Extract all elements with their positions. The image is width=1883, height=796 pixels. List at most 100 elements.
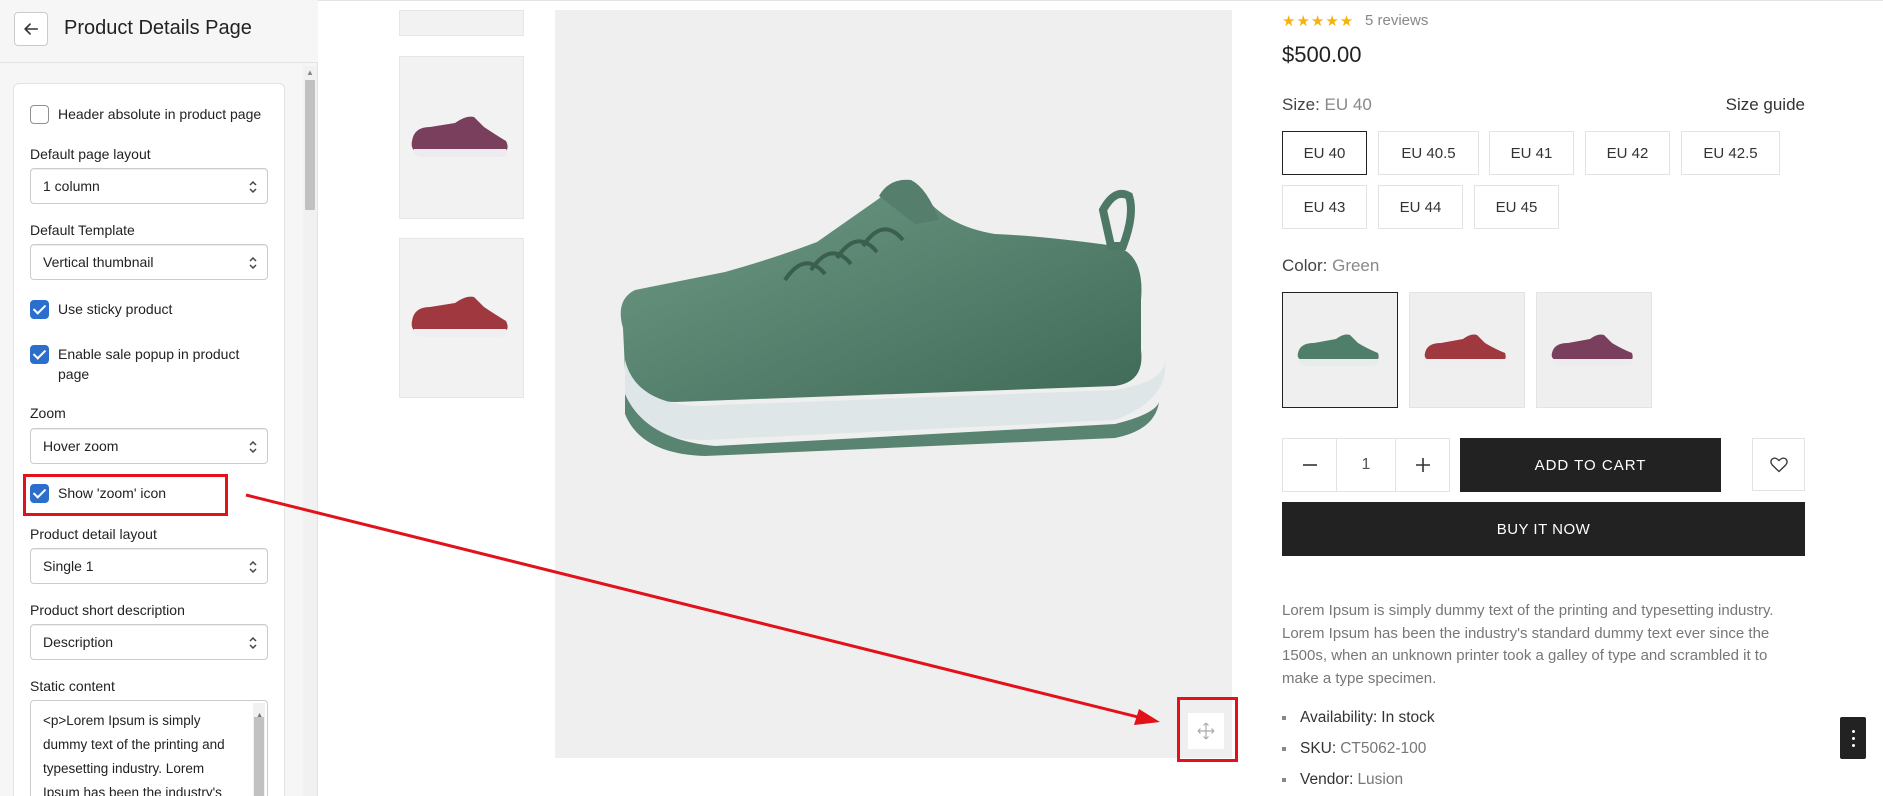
shoe-purple-image (411, 116, 508, 157)
sale-popup-checkbox-row[interactable]: Enable sale popup in product page (30, 344, 250, 384)
buy-now-button[interactable]: BUY IT NOW (1282, 502, 1805, 556)
static-content-line: Ipsum has been the industry's (43, 785, 222, 796)
size-option[interactable]: EU 42 (1585, 131, 1670, 175)
default-template-value: Vertical thumbnail (43, 254, 154, 270)
sku-value: CT5062-100 (1340, 740, 1427, 757)
scroll-up-icon[interactable]: ▲ (303, 66, 317, 78)
color-selected-value: Green (1332, 256, 1380, 275)
highlight-box-zoom-setting (23, 474, 228, 516)
select-arrows-icon (249, 636, 257, 650)
main-product-image[interactable] (555, 10, 1232, 758)
quantity-stepper: 1 (1282, 438, 1450, 492)
product-thumbnail[interactable] (399, 10, 524, 36)
heart-icon (1769, 456, 1788, 472)
sku-label: SKU: (1300, 740, 1337, 757)
shoe-red-image (411, 296, 508, 337)
size-option[interactable]: EU 43 (1282, 185, 1367, 229)
select-arrows-icon (249, 560, 257, 574)
color-label: Color: (1282, 256, 1328, 275)
increase-quantity-button[interactable] (1396, 439, 1449, 491)
bullet-icon (1282, 778, 1286, 782)
default-page-layout-value: 1 column (43, 178, 100, 194)
app: Product Details Page Header absolute in … (0, 0, 1883, 796)
sale-popup-label: Enable sale popup in product page (58, 346, 240, 382)
product-thumbnail[interactable] (399, 56, 524, 219)
shoe-purple-swatch-image (1551, 334, 1633, 366)
availability-row: Availability: In stock (1282, 709, 1435, 727)
highlight-box-zoom-icon (1177, 697, 1238, 762)
color-swatch-purple[interactable] (1536, 292, 1652, 408)
more-options-button[interactable] (1840, 717, 1866, 759)
scroll-up-icon[interactable]: ▲ (256, 704, 263, 728)
size-option[interactable]: EU 40.5 (1378, 131, 1479, 175)
default-page-layout-label: Default page layout (30, 146, 151, 162)
static-content-line: <p>Lorem Ipsum is simply (43, 713, 201, 728)
select-arrows-icon (249, 180, 257, 194)
textarea-scroll-thumb[interactable] (254, 717, 264, 796)
default-template-label: Default Template (30, 222, 135, 238)
size-selected-value: EU 40 (1324, 95, 1372, 114)
review-count[interactable]: 5 reviews (1365, 12, 1428, 29)
detail-layout-value: Single 1 (43, 558, 94, 574)
size-option[interactable]: EU 45 (1474, 185, 1559, 229)
sidebar-scroll-thumb[interactable] (305, 80, 315, 210)
minus-icon (1302, 464, 1317, 466)
shoe-red-swatch-image (1424, 334, 1506, 366)
dot-icon (1851, 729, 1855, 733)
select-arrows-icon (249, 256, 257, 270)
wishlist-button[interactable] (1752, 438, 1805, 491)
size-option[interactable]: EU 42.5 (1681, 131, 1780, 175)
sticky-product-checkbox-row[interactable]: Use sticky product (30, 299, 172, 319)
page-title: Product Details Page (64, 17, 252, 39)
quantity-input[interactable]: 1 (1336, 439, 1396, 491)
shoe-green-swatch-image (1297, 334, 1379, 366)
short-description-select[interactable]: Description (30, 624, 268, 660)
dot-icon (1851, 736, 1855, 740)
size-option[interactable]: EU 40 (1282, 131, 1367, 175)
size-option[interactable]: EU 44 (1378, 185, 1463, 229)
zoom-value: Hover zoom (43, 438, 119, 454)
sidebar-header: Product Details Page (0, 0, 318, 63)
static-content-line: dummy text of the printing and (43, 737, 225, 752)
shoe-green-image (620, 179, 1166, 456)
vendor-row: Vendor: Lusion (1282, 771, 1403, 789)
color-swatch-green[interactable] (1282, 292, 1398, 408)
short-description-label: Product short description (30, 602, 185, 618)
size-label-row: Size: EU 40 (1282, 95, 1372, 115)
size-label: Size: (1282, 95, 1320, 114)
header-absolute-checkbox[interactable] (30, 105, 49, 124)
sticky-product-checkbox[interactable] (30, 300, 49, 319)
product-price: $500.00 (1282, 42, 1362, 67)
plus-icon (1415, 458, 1430, 472)
detail-layout-select[interactable]: Single 1 (30, 548, 268, 584)
sku-row: SKU: CT5062-100 (1282, 740, 1426, 758)
color-swatch-red[interactable] (1409, 292, 1525, 408)
availability-label: Availability: (1300, 709, 1378, 726)
zoom-label: Zoom (30, 405, 66, 421)
sale-popup-checkbox[interactable] (30, 345, 49, 364)
header-absolute-checkbox-row[interactable]: Header absolute in product page (30, 104, 261, 124)
sticky-product-label: Use sticky product (58, 301, 173, 317)
short-description-value: Description (43, 634, 114, 650)
default-template-select[interactable]: Vertical thumbnail (30, 244, 268, 280)
product-description: Lorem Ipsum is simply dummy text of the … (1282, 602, 1774, 687)
back-button[interactable] (14, 12, 48, 46)
availability-value: In stock (1381, 709, 1435, 726)
default-page-layout-select[interactable]: 1 column (30, 168, 268, 204)
detail-layout-label: Product detail layout (30, 526, 157, 542)
select-arrows-icon (249, 440, 257, 454)
size-guide-link[interactable]: Size guide (1726, 95, 1805, 115)
static-content-textarea[interactable]: <p>Lorem Ipsum is simply dummy text of t… (30, 700, 268, 796)
decrease-quantity-button[interactable] (1283, 439, 1336, 491)
size-option[interactable]: EU 41 (1489, 131, 1574, 175)
vendor-label: Vendor: (1300, 771, 1354, 788)
product-thumbnail[interactable] (399, 238, 524, 398)
zoom-select[interactable]: Hover zoom (30, 428, 268, 464)
bullet-icon (1282, 716, 1286, 720)
vendor-value[interactable]: Lusion (1357, 771, 1403, 789)
color-label-row: Color: Green (1282, 256, 1379, 276)
static-content-line: typesetting industry. Lorem (43, 761, 205, 776)
dot-icon (1851, 743, 1855, 747)
add-to-cart-button[interactable]: ADD TO CART (1460, 438, 1721, 492)
static-content-label: Static content (30, 678, 115, 694)
